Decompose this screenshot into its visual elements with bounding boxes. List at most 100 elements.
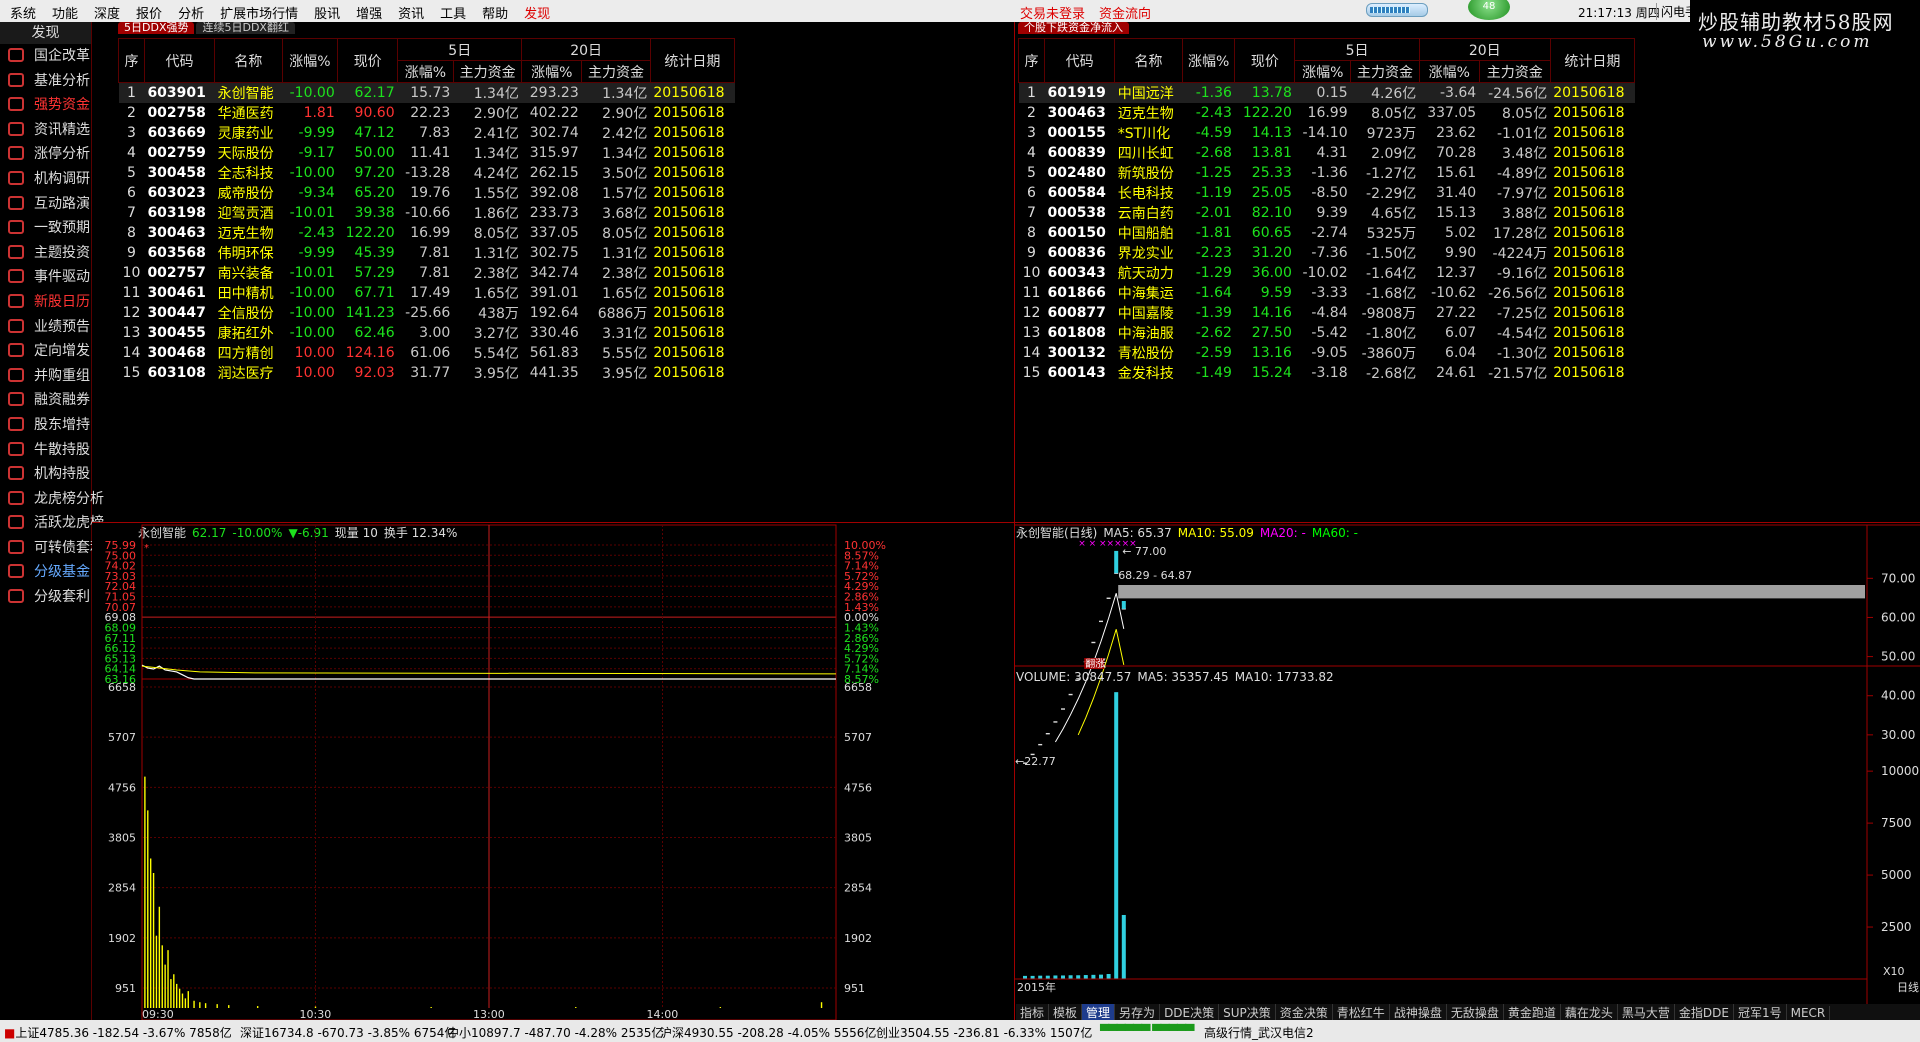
col-sub-3[interactable]: 主力资金 [581, 60, 651, 83]
table-row[interactable]: 12 300447 全信股份 -10.00 141.23 -25.66 438万 192.64… [119, 303, 735, 323]
indicator-tab-4[interactable]: DDE决策 [1160, 1004, 1220, 1021]
left-tab-0[interactable]: 5日DDX强势 [118, 22, 195, 34]
kline-chart[interactable]: 永创智能(日线) MA5: 65.37 MA10: 55.09 MA20: - MA60… [1015, 523, 1920, 1004]
table-row[interactable]: 1 601919 中国远洋 -1.36 13.78 0.15 4.26亿 -3.64 -24.5… [1018, 82, 1635, 103]
menu-item-6[interactable]: 股讯 [314, 3, 340, 22]
table-row[interactable]: 10 002757 南兴装备 -10.01 57.29 7.81 2.38亿 342.74 2.… [119, 263, 735, 283]
indicator-tab-5[interactable]: SUP决策 [1219, 1004, 1276, 1021]
index-cy[interactable]: 创业3504.55 -236.81 -6.33% 1507亿 [876, 1024, 1092, 1041]
sidebar-item-18[interactable]: 龙虎榜分析 [0, 487, 104, 512]
sidebar-item-16[interactable]: 牛散持股 [0, 438, 91, 463]
col-sub-1[interactable]: 主力资金 [452, 60, 523, 83]
col-date[interactable]: 统计日期 [649, 38, 736, 83]
sidebar-item-0[interactable]: 国企改革 [0, 44, 91, 69]
col-date[interactable]: 统计日期 [1549, 38, 1636, 83]
right-tab-0[interactable]: 个股下跌资金净流入 [1018, 22, 1129, 34]
table-row[interactable]: 5 002480 新筑股份 -1.25 25.33 -1.36 -1.27亿 15.61 -4.… [1019, 163, 1635, 183]
table-row[interactable]: 13 601808 中海油服 -2.62 27.50 -5.42 -1.80亿 6.07 -4.… [1019, 323, 1635, 343]
col-pct[interactable]: 涨幅% [1181, 38, 1236, 83]
indicator-tab-11[interactable]: 藕在龙头 [1561, 1004, 1618, 1021]
indicator-tab-9[interactable]: 无敌操盘 [1447, 1004, 1504, 1021]
index-sz[interactable]: 深证16734.8 -670.73 -3.85% 6754亿 [240, 1024, 456, 1041]
col-sub-2[interactable]: 涨幅% [1418, 60, 1480, 83]
sidebar-item-20[interactable]: 可转债套利 [0, 536, 104, 561]
sidebar-item-9[interactable]: 事件驱动 [0, 265, 91, 290]
table-row[interactable]: 13 300455 康拓红外 -10.00 62.46 3.00 3.27亿 330.46 3.… [119, 323, 735, 343]
col-code[interactable]: 代码 [1043, 38, 1116, 83]
intraday-chart[interactable]: 永创智能 62.17 -10.00% ▼-6.91 现量 10 换手 12.34%75.9… [92, 523, 1014, 1020]
sidebar-item-19[interactable]: 活跃龙虎榜 [0, 511, 104, 536]
table-row[interactable]: 5 300458 全志科技 -10.00 97.20 -13.28 4.24亿 262.15 3… [119, 163, 735, 183]
col-sub-0[interactable]: 涨幅% [1294, 60, 1352, 83]
sidebar-item-3[interactable]: 资讯精选 [0, 118, 91, 143]
sidebar-item-14[interactable]: 融资融券 [0, 388, 91, 413]
col-sub-1[interactable]: 主力资金 [1350, 60, 1420, 83]
table-row[interactable]: 2 002758 华通医药 1.81 90.60 22.23 2.90亿 402.22 2.90… [119, 103, 735, 123]
menu-item-10[interactable]: 帮助 [482, 3, 508, 22]
col-code[interactable]: 代码 [143, 38, 216, 83]
menu-item-9[interactable]: 工具 [440, 3, 466, 22]
col-sub-3[interactable]: 主力资金 [1478, 60, 1551, 83]
table-row[interactable]: 14 300132 青松股份 -2.59 13.16 -9.05 -3860万 6.04 -1.… [1019, 343, 1635, 363]
col-sub-2[interactable]: 涨幅% [521, 60, 583, 83]
col-price[interactable]: 现价 [337, 38, 399, 83]
sidebar-item-13[interactable]: 并购重组 [0, 364, 91, 389]
sidebar-item-6[interactable]: 互动路演 [0, 192, 91, 217]
col-seq[interactable]: 序 [1018, 38, 1045, 83]
indicator-tab-3[interactable]: 另存为 [1115, 1004, 1161, 1021]
col-name[interactable]: 名称 [1114, 38, 1183, 83]
table-row[interactable]: 8 600150 中国船舶 -1.81 60.65 -2.74 5325万 5.02 17.28… [1019, 223, 1635, 243]
col-price[interactable]: 现价 [1234, 38, 1296, 83]
indicator-tab-6[interactable]: 资金决策 [1276, 1004, 1333, 1021]
menu-item-8[interactable]: 资讯 [398, 3, 424, 22]
sidebar-item-5[interactable]: 机构调研 [0, 167, 91, 192]
col-name[interactable]: 名称 [214, 38, 283, 83]
table-row[interactable]: 4 600839 四川长虹 -2.68 13.81 4.31 2.09亿 70.28 3.48亿… [1019, 143, 1635, 163]
menu-item-2[interactable]: 深度 [94, 3, 120, 22]
menu-item-1[interactable]: 功能 [52, 3, 78, 22]
index-zx[interactable]: 中小10897.7 -487.70 -4.28% 2535亿 [447, 1024, 663, 1041]
sidebar-item-17[interactable]: 机构持股 [0, 462, 91, 487]
sidebar-item-10[interactable]: 新股日历 [0, 290, 91, 315]
table-row[interactable]: 11 601866 中海集运 -1.64 9.59 -3.33 -1.68亿 -10.62 -2… [1019, 283, 1635, 303]
sidebar-item-21[interactable]: 分级基金 [0, 560, 91, 585]
indicator-tab-10[interactable]: 黄金跑道 [1504, 1004, 1561, 1021]
indicator-tab-8[interactable]: 战神操盘 [1390, 1004, 1447, 1021]
table-row[interactable]: 1 603901 永创智能 -10.00 62.17 15.73 1.34亿 293.23 1.… [118, 82, 735, 103]
sidebar-item-7[interactable]: 一致预期 [0, 216, 91, 241]
table-row[interactable]: 15 600143 金发科技 -1.49 15.24 -3.18 -2.68亿 24.61 -2… [1019, 363, 1635, 383]
table-row[interactable]: 3 603669 灵康药业 -9.99 47.12 7.83 2.41亿 302.74 2.42… [119, 123, 735, 143]
indicator-tab-15[interactable]: MECR [1787, 1006, 1831, 1020]
table-row[interactable]: 9 600836 界龙实业 -2.23 31.20 -7.36 -1.50亿 9.90 -422… [1019, 243, 1635, 263]
sidebar-item-8[interactable]: 主题投资 [0, 241, 91, 266]
table-row[interactable]: 10 600343 航天动力 -1.29 36.00 -10.02 -1.64亿 12.37 -… [1019, 263, 1635, 283]
sidebar-item-22[interactable]: 分级套利 [0, 585, 91, 610]
index-sh[interactable]: ■上证4785.36 -182.54 -3.67% 7858亿 [4, 1024, 232, 1041]
table-row[interactable]: 6 600584 长电科技 -1.19 25.05 -8.50 -2.29亿 31.40 -7.… [1019, 183, 1635, 203]
trade-login-link[interactable]: 交易未登录 [1020, 7, 1085, 22]
table-row[interactable]: 7 603198 迎驾贡酒 -10.01 39.38 -10.66 1.86亿 233.73 3… [119, 203, 735, 223]
menu-item-7[interactable]: 增强 [356, 3, 382, 22]
table-row[interactable]: 3 000155 *ST川化 -4.59 14.13 -14.10 9723万 23.62 -1… [1019, 123, 1635, 143]
indicator-tab-0[interactable]: 指标 [1016, 1004, 1050, 1021]
menu-item-11[interactable]: 发现 [524, 3, 550, 22]
table-row[interactable]: 7 000538 云南白药 -2.01 82.10 9.39 4.65亿 15.13 3.88亿… [1019, 203, 1635, 223]
col-sub-0[interactable]: 涨幅% [397, 60, 454, 83]
sidebar-item-12[interactable]: 定向增发 [0, 339, 91, 364]
menu-item-0[interactable]: 系统 [10, 3, 36, 22]
table-row[interactable]: 14 300468 四方精创 10.00 124.16 61.06 5.54亿 561.83 5… [119, 343, 735, 363]
menu-item-5[interactable]: 扩展市场行情 [220, 3, 298, 22]
table-row[interactable]: 12 600877 中国嘉陵 -1.39 14.16 -4.84 -9808万 27.22 -7… [1019, 303, 1635, 323]
left-tab-1[interactable]: 连续5日DDX翻红 [196, 22, 295, 34]
fund-flow-link[interactable]: 资金流向 [1099, 7, 1151, 22]
table-row[interactable]: 2 300463 迈克生物 -2.43 122.20 16.99 8.05亿 337.05 8.… [1019, 103, 1635, 123]
menu-item-3[interactable]: 报价 [136, 3, 162, 22]
sidebar-item-11[interactable]: 业绩预告 [0, 315, 91, 340]
table-row[interactable]: 4 002759 天际股份 -9.17 50.00 11.41 1.34亿 315.97 1.3… [119, 143, 735, 163]
col-seq[interactable]: 序 [118, 38, 145, 83]
sidebar-item-4[interactable]: 涨停分析 [0, 142, 91, 167]
indicator-tab-14[interactable]: 冠军1号 [1734, 1004, 1787, 1021]
sidebar-item-2[interactable]: 强势资金 [0, 93, 91, 118]
table-row[interactable]: 9 603568 伟明环保 -9.99 45.39 7.81 1.31亿 302.75 1.31… [119, 243, 735, 263]
sidebar-item-1[interactable]: 基准分析 [0, 69, 91, 94]
